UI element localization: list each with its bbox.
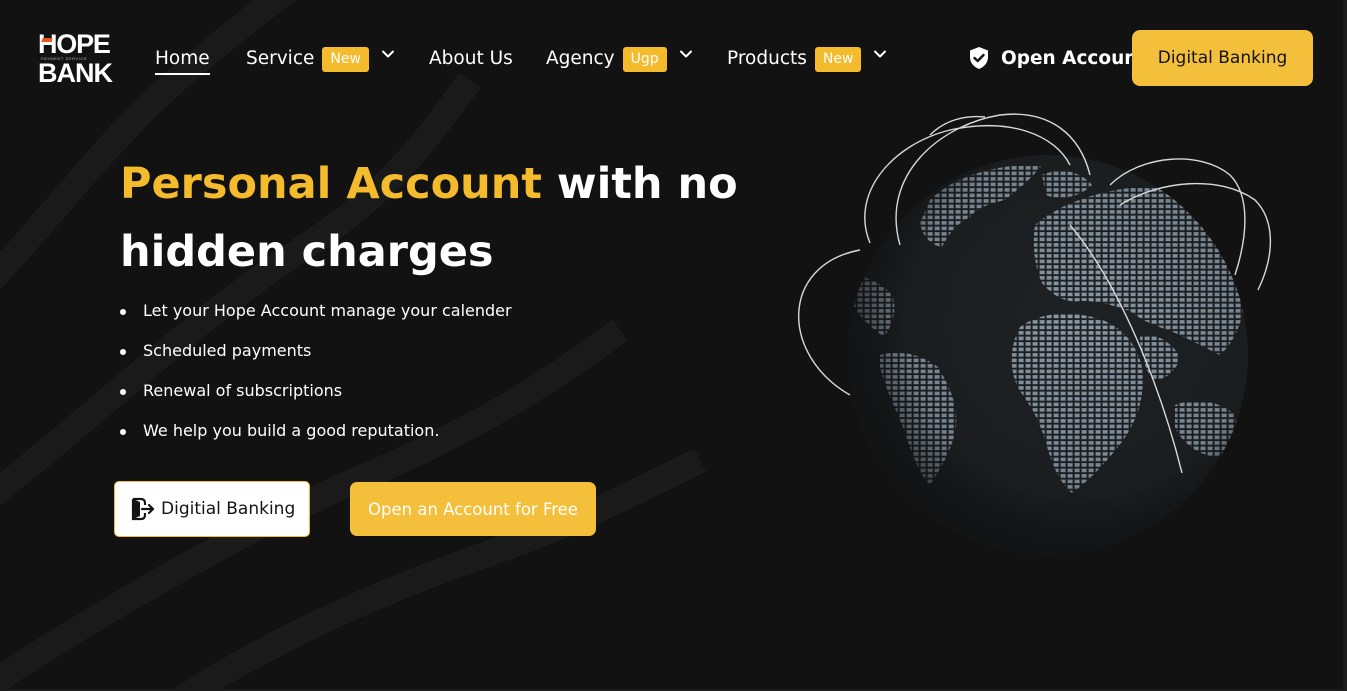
shield-check-icon: [970, 47, 988, 69]
nav-item-home[interactable]: Home: [155, 44, 210, 75]
list-item: Scheduled payments: [120, 336, 512, 376]
open-account-link[interactable]: Open Account: [968, 44, 1146, 72]
hero-heading: Personal Account with no hidden charges: [120, 150, 740, 286]
nav-item-products[interactable]: Products New: [727, 44, 887, 72]
globe-illustration: [798, 113, 1272, 555]
logo-wordmark-hope: HOPE: [38, 29, 111, 59]
ugp-badge: Ugp: [622, 46, 667, 72]
nav-home-label: Home: [155, 47, 210, 69]
nav-products-label: Products: [727, 47, 807, 69]
nav-about-label: About Us: [429, 47, 513, 69]
chevron-down-icon: [381, 50, 394, 58]
nav-agency-label: Agency: [546, 47, 615, 69]
logo-accent-mark: [41, 38, 53, 42]
chevron-down-icon: [874, 50, 887, 58]
landing-page: HOPE PAYMENT SERVICE BANK Home Service N…: [0, 0, 1347, 691]
list-item: We help you build a good reputation.: [120, 416, 512, 456]
chevron-down-icon: [679, 50, 692, 58]
nav-service-label: Service: [246, 47, 315, 69]
hero-heading-accent: Personal Account: [120, 159, 542, 209]
login-icon: [131, 497, 155, 521]
page-edge: [1343, 0, 1347, 691]
open-account-free-button[interactable]: Open an Account for Free: [350, 482, 596, 536]
list-item: Renewal of subscriptions: [120, 376, 512, 416]
digitial-banking-label: Digitial Banking: [161, 499, 296, 519]
digital-banking-button[interactable]: Digital Banking: [1132, 30, 1313, 86]
new-badge: New: [814, 46, 862, 72]
hope-bank-logo[interactable]: HOPE PAYMENT SERVICE BANK: [38, 29, 113, 88]
open-account-label: Open Account: [1001, 47, 1147, 69]
new-badge: New: [322, 46, 369, 72]
feature-list: Let your Hope Account manage your calend…: [120, 296, 512, 456]
digitial-banking-button[interactable]: Digitial Banking: [114, 481, 310, 537]
nav-item-agency[interactable]: Agency Ugp: [546, 44, 693, 72]
logo-wordmark-bank: BANK: [38, 58, 113, 88]
active-nav-underline: [155, 73, 210, 75]
list-item: Let your Hope Account manage your calend…: [120, 296, 512, 336]
nav-item-service[interactable]: Service New: [246, 44, 395, 72]
nav-item-about-us[interactable]: About Us: [429, 44, 513, 72]
